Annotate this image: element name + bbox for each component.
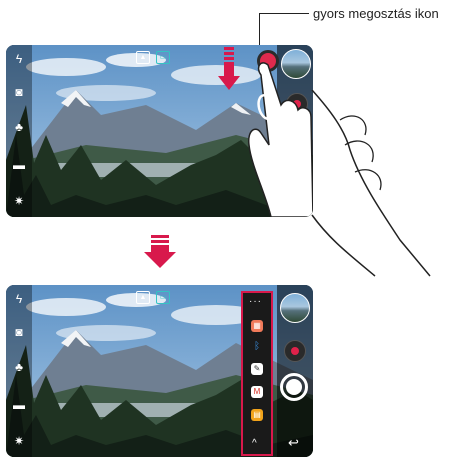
callout-line-vertical <box>259 13 260 46</box>
quick-share-callout-label: gyors megosztás ikon <box>313 6 439 21</box>
flash-off-icon[interactable]: ϟ <box>12 53 26 67</box>
flash-off-icon[interactable]: ϟ <box>12 293 26 307</box>
gallery-app-icon[interactable]: ▦ <box>251 320 263 332</box>
filter-icon[interactable]: ♣ <box>12 121 26 135</box>
quick-share-panel: ··· ▦ ᛒ ✎ M ▤ ^ <box>241 291 273 456</box>
memo-app-icon[interactable]: ▤ <box>251 409 263 421</box>
settings-icon[interactable]: ✷ <box>12 195 26 209</box>
pen-app-icon[interactable]: ✎ <box>251 363 263 375</box>
record-button[interactable] <box>284 340 306 362</box>
gmail-icon[interactable]: M <box>251 386 263 398</box>
filter-icon[interactable]: ♣ <box>12 361 26 375</box>
settings-icon[interactable]: ✷ <box>12 435 26 449</box>
more-icon[interactable]: ··· <box>249 296 262 307</box>
hdr-icon[interactable]: ▲ <box>136 291 150 304</box>
camera-switch-icon[interactable]: ◙ <box>12 86 26 100</box>
shutter-button[interactable] <box>280 373 308 401</box>
bluetooth-icon[interactable]: ᛒ <box>251 341 263 353</box>
hdr-icon[interactable]: ▲ <box>136 51 150 64</box>
hand-illustration-arm <box>311 90 431 277</box>
camera-switch-icon[interactable]: ◙ <box>12 326 26 340</box>
back-icon[interactable]: ↩ <box>288 435 299 451</box>
transition-down-arrow-icon <box>144 235 176 268</box>
gallery-thumbnail[interactable] <box>280 293 310 323</box>
chevron-up-icon[interactable]: ^ <box>252 438 257 449</box>
callout-line-horizontal <box>259 13 309 14</box>
swipe-down-arrow-icon <box>218 47 240 90</box>
ratio-icon[interactable]: ▭ <box>156 291 170 304</box>
ratio-icon[interactable]: ▭ <box>156 51 170 64</box>
mode-bar-icon[interactable]: ▬ <box>12 159 26 173</box>
camera-screen-before: ϟ ◙ ♣ ▬ ✷ ▲ ▭ ↩ <box>6 45 313 217</box>
mode-bar-icon[interactable]: ▬ <box>12 399 26 413</box>
